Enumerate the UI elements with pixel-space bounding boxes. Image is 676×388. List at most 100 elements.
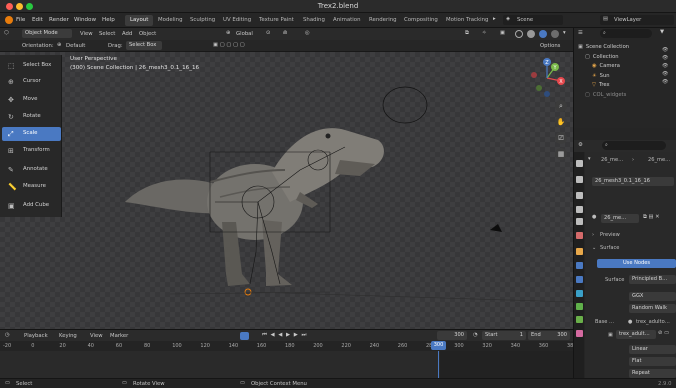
scene-tab-icon[interactable]	[576, 218, 583, 225]
constraints-tab-icon[interactable]	[576, 303, 583, 310]
options-dropdown[interactable]: Options	[540, 43, 560, 49]
outliner-editor-icon[interactable]: ☰	[578, 30, 583, 36]
trex-model[interactable]	[0, 52, 573, 329]
material-actions-icons[interactable]: ⧉ ▤ ✕	[643, 214, 660, 221]
xray-icon[interactable]: ▣	[500, 30, 505, 36]
overlay-icon[interactable]: ⧉	[465, 30, 469, 37]
timeline-menu-marker[interactable]: Marker	[110, 333, 128, 339]
distribution-dropdown[interactable]: GGX	[629, 292, 676, 301]
outliner-row[interactable]: ▢ Collection	[585, 54, 619, 62]
object-name-field[interactable]: 26_mesh3_0.1_16_16	[592, 177, 674, 186]
outliner-row[interactable]: ◉ Camera	[592, 63, 620, 71]
tab-animation[interactable]: Animation	[328, 15, 365, 26]
snap-icon[interactable]: ⋒	[283, 30, 287, 36]
image-name-field[interactable]: trex_adult…	[616, 330, 656, 339]
tab-uv-editing[interactable]: UV Editing	[218, 15, 256, 26]
tab-compositing[interactable]: Compositing	[399, 15, 443, 26]
base-color-value[interactable]: trex_adulto…	[636, 319, 670, 325]
tool-rotate[interactable]: ↻ Rotate	[2, 110, 61, 124]
blender-logo-icon[interactable]	[5, 16, 13, 24]
projection-dropdown[interactable]: Flat	[629, 357, 676, 366]
properties-search-input[interactable]: ⌕	[602, 141, 666, 150]
tool-transform[interactable]: ⊞ Transform	[2, 144, 61, 158]
world-tab-icon[interactable]	[576, 232, 583, 239]
drag-dropdown[interactable]: Select Box	[126, 41, 162, 50]
interpolation-dropdown[interactable]: Linear	[629, 345, 676, 354]
current-frame-field[interactable]: 300	[437, 331, 467, 340]
shading-solid-button[interactable]	[527, 30, 535, 38]
tab-sculpting[interactable]: Sculpting	[185, 15, 220, 26]
tab-rendering[interactable]: Rendering	[364, 15, 402, 26]
shading-options-icon[interactable]: ▾	[563, 30, 566, 36]
data-tab-icon[interactable]	[576, 316, 583, 323]
perspective-toggle-icon[interactable]: ▦	[555, 148, 567, 160]
timeline-track[interactable]	[0, 351, 573, 378]
workspace-scroll-icon[interactable]: ▸	[493, 16, 496, 22]
tool-scale[interactable]: ⤢ Scale	[2, 127, 61, 141]
tool-measure[interactable]: 📏 Measure	[2, 180, 61, 194]
menu-file[interactable]: File	[16, 17, 25, 23]
outliner-visibility-icons[interactable]: 👁 👁 👁 👁 👁	[662, 46, 670, 86]
timeline-menu-view[interactable]: View	[90, 333, 103, 339]
3d-viewport[interactable]: User Perspective (300) Scene Collection …	[0, 52, 573, 329]
outliner[interactable]: ☰ ⌕ ▼ ▣ Scene Collection ▢ Collection ◉ Camer…	[574, 28, 676, 128]
pivot-icon[interactable]: ⊙	[266, 30, 270, 36]
timeline-editor-icon[interactable]: ◷	[5, 332, 10, 338]
preview-range-icon[interactable]: ◔	[473, 332, 478, 338]
material-tab-icon[interactable]	[576, 330, 583, 337]
outliner-row[interactable]: ▣ Scene Collection	[578, 44, 629, 52]
subsurface-method-dropdown[interactable]: Random Walk	[629, 304, 676, 313]
object-mode-dropdown[interactable]: Object Mode	[22, 29, 72, 38]
menu-edit[interactable]: Edit	[32, 17, 43, 23]
viewport-menu-select[interactable]: Select	[99, 31, 115, 37]
material-slot-field[interactable]: 26_me…	[601, 214, 639, 223]
zoom-icon[interactable]: ⌕	[555, 100, 567, 112]
tool-add-cube[interactable]: ▣ Add Cube	[2, 199, 61, 213]
select-mode-icons[interactable]: ▣ ▢ ▢ ▢ ▢	[213, 42, 245, 48]
start-frame-field[interactable]: Start 1	[482, 331, 526, 340]
render-tab-icon[interactable]	[576, 176, 583, 183]
preview-panel-header[interactable]: Preview	[600, 232, 620, 238]
menu-window[interactable]: Window	[74, 17, 96, 23]
view-layer-selector[interactable]: ▤ ViewLayer	[600, 15, 674, 25]
tab-shading[interactable]: Shading	[298, 15, 330, 26]
tab-motion-tracking[interactable]: Motion Tracking	[441, 15, 493, 26]
outliner-search-input[interactable]: ⌕	[600, 29, 652, 38]
tool-select-box[interactable]: ⬚ Select Box	[2, 59, 61, 73]
output-tab-icon[interactable]	[576, 192, 583, 199]
tab-texture-paint[interactable]: Texture Paint	[254, 15, 299, 26]
menu-render[interactable]: Render	[49, 17, 69, 23]
menu-help[interactable]: Help	[102, 17, 115, 23]
physics-tab-icon[interactable]	[576, 290, 583, 297]
modifier-tab-icon[interactable]	[576, 262, 583, 269]
timeline-menu-keying[interactable]: Keying	[59, 333, 77, 339]
tool-tab-icon[interactable]	[576, 160, 583, 167]
transform-orientation-dropdown[interactable]: Global	[236, 31, 253, 37]
scene-selector[interactable]: ◈ Scene	[503, 15, 563, 25]
surface-panel-header[interactable]: Surface	[600, 245, 619, 251]
timeline-ruler[interactable]: -200204060801001201401601802002202402602…	[0, 341, 605, 351]
object-tab-icon[interactable]	[576, 248, 583, 255]
viewport-menu-add[interactable]: Add	[122, 31, 132, 37]
camera-view-icon[interactable]: ⎚	[555, 132, 567, 144]
tool-cursor[interactable]: ⊕ Cursor	[2, 75, 61, 89]
playback-controls[interactable]: ⏮ ◀ ◀ ▶ ▶ ⏭	[262, 332, 307, 339]
transform-orientation-icon[interactable]: ⊕	[226, 30, 230, 36]
view-layer-tab-icon[interactable]	[576, 206, 583, 213]
shading-wireframe-button[interactable]	[515, 30, 523, 38]
auto-key-button[interactable]	[240, 332, 249, 340]
shading-rendered-button[interactable]	[551, 30, 559, 38]
viewport-menu-object[interactable]: Object	[139, 31, 156, 37]
viewport-menu-view[interactable]: View	[80, 31, 93, 37]
editor-type-icon[interactable]: ⬡	[4, 30, 9, 36]
navigation-gizmo[interactable]: X Y Z	[526, 57, 568, 99]
use-nodes-button[interactable]: Use Nodes	[597, 259, 676, 268]
outliner-filter-icon[interactable]: ▼	[660, 29, 664, 35]
gizmo-toggle-icon[interactable]: ✧	[482, 30, 486, 36]
orientation-dropdown[interactable]: Default	[66, 43, 85, 49]
properties-editor-icon[interactable]: ⚙	[578, 142, 583, 148]
tab-modeling[interactable]: Modeling	[153, 15, 188, 26]
outliner-row[interactable]: ▢ COL_widgets	[585, 92, 626, 100]
image-actions-icons[interactable]: ⊘ ▭	[658, 330, 669, 336]
particles-tab-icon[interactable]	[576, 276, 583, 283]
